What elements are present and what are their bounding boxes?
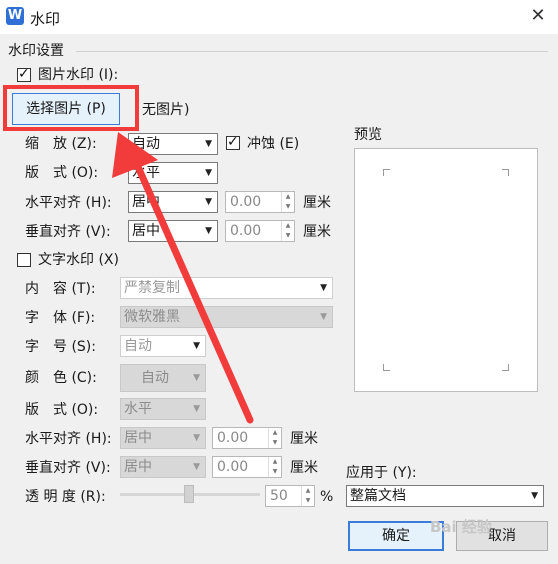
- watermark-dialog: W 水印 ✕ 水印设置 图片水印 (I): 选择图片 (P) 无图片) 缩 放 …: [0, 0, 558, 564]
- red-arrow-annotation: [112, 132, 254, 424]
- baidu-watermark: Bai 经验: [430, 518, 492, 536]
